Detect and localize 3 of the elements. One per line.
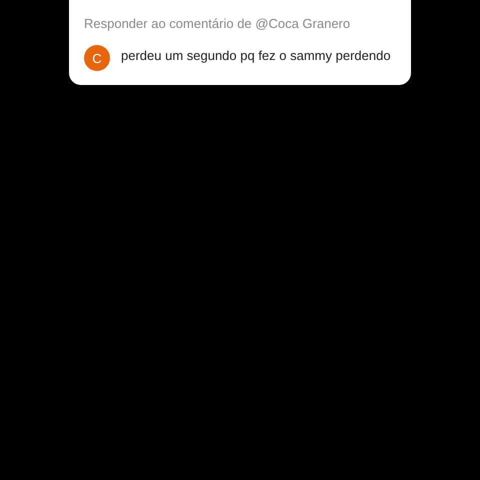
- comment-text: perdeu um segundo pq fez o sammy perdendo: [121, 48, 391, 62]
- avatar: C: [84, 45, 110, 71]
- reply-title: Responder ao comentário de @Coca Granero: [84, 16, 352, 32]
